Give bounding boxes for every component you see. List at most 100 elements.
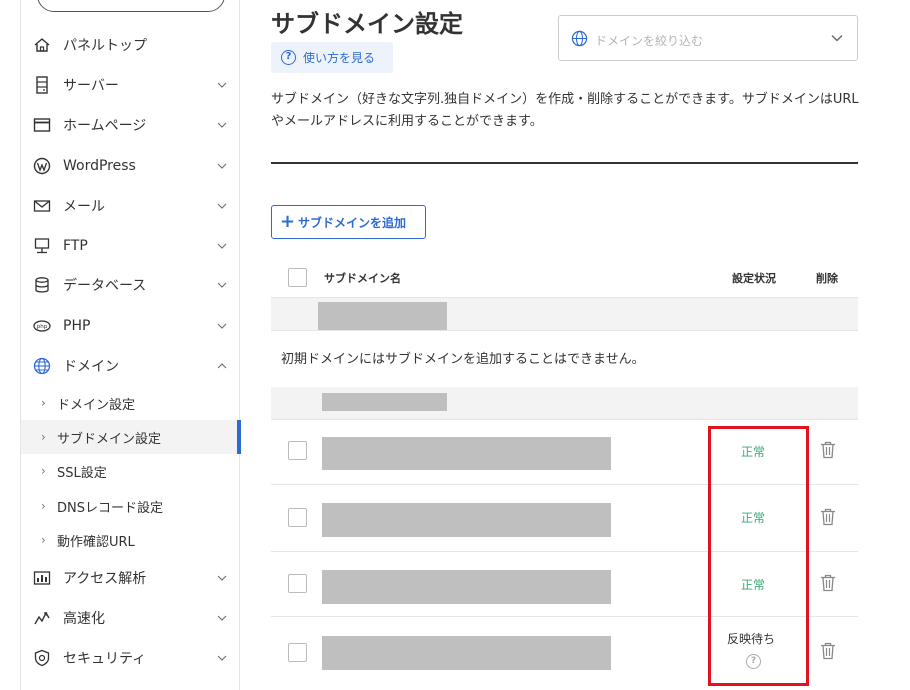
sidebar-item-database[interactable]: データベース (21, 265, 240, 305)
how-to-label: 使い方を見る (303, 51, 376, 65)
sidebar-item-security[interactable]: セキュリティ (21, 638, 240, 678)
sidebar-item-mail[interactable]: メール (21, 186, 240, 226)
sidebar-subitem-label: DNSレコード設定 (57, 500, 163, 516)
chevron-down-icon (217, 82, 227, 88)
sidebar-item-label: PHP (63, 318, 91, 334)
sidebar-item-homepage[interactable]: ホームページ (21, 105, 240, 145)
mail-icon (33, 200, 51, 212)
how-to-button[interactable]: ? 使い方を見る (271, 42, 393, 73)
caret-right-icon: › (41, 430, 46, 444)
sidebar-item-server[interactable]: サーバー (21, 65, 240, 105)
chevron-up-icon (217, 363, 227, 369)
sidebar-subitem-domain-settings[interactable]: › ドメイン設定 (21, 386, 240, 420)
ftp-icon (34, 238, 50, 254)
row-checkbox[interactable] (288, 508, 307, 527)
add-subdomain-button[interactable]: + サブドメインを追加 (271, 205, 426, 239)
sidebar-top-button[interactable] (37, 0, 225, 12)
redacted-subdomain (322, 570, 611, 604)
sidebar-item-php[interactable]: php PHP (21, 306, 240, 346)
redacted-subdomain (322, 503, 611, 537)
sidebar-item-ftp[interactable]: FTP (21, 226, 240, 266)
caret-right-icon: › (41, 499, 46, 513)
caret-right-icon: › (41, 464, 46, 478)
redacted-subdomain (322, 636, 611, 670)
sidebar-item-label: セキュリティ (63, 651, 147, 667)
column-header-delete: 削除 (816, 272, 838, 285)
redacted-subdomain (322, 437, 611, 470)
chevron-down-icon (831, 35, 843, 42)
wordpress-icon (33, 157, 51, 175)
svg-text:php: php (37, 324, 48, 330)
sidebar-item-label: パネルトップ (63, 38, 147, 54)
sidebar-item-domain[interactable]: ドメイン (21, 346, 240, 386)
chevron-down-icon (217, 203, 227, 209)
php-icon: php (33, 320, 51, 332)
chart-icon (33, 571, 51, 585)
trash-icon[interactable] (820, 574, 836, 592)
select-all-checkbox[interactable] (288, 268, 307, 287)
sidebar-subitem-label: ドメイン設定 (57, 397, 136, 413)
sidebar-item-label: ホームページ (63, 118, 147, 134)
chevron-down-icon (217, 575, 227, 581)
sidebar-item-label: 高速化 (63, 611, 105, 627)
chevron-down-icon (217, 282, 227, 288)
row-divider (271, 419, 858, 420)
sidebar-subitem-dns[interactable]: › DNSレコード設定 (21, 489, 240, 523)
sidebar-item-label: ドメイン (63, 359, 119, 375)
sidebar-item-label: データベース (63, 278, 147, 294)
domain-group-header (271, 298, 858, 330)
column-header-status: 設定状況 (732, 272, 776, 285)
speed-icon (34, 611, 50, 625)
page-description: サブドメイン（好きな文字列.独自ドメイン）を作成・削除することができます。サブド… (271, 92, 859, 129)
row-checkbox[interactable] (288, 643, 307, 662)
help-icon: ? (281, 50, 296, 65)
chevron-down-icon (217, 163, 227, 169)
sidebar: パネルトップ サーバー ホームページ WordPress メール FTP データ… (20, 0, 241, 690)
shield-icon (34, 649, 50, 667)
plus-icon: + (280, 211, 296, 232)
sidebar-item-label: メール (63, 199, 105, 215)
sidebar-item-label: サーバー (63, 78, 119, 94)
domain-group-header (271, 387, 858, 419)
globe-icon (571, 30, 588, 47)
sidebar-item-speedup[interactable]: 高速化 (21, 598, 240, 638)
sidebar-subitem-label: サブドメイン設定 (57, 431, 162, 447)
initial-domain-note: 初期ドメインにはサブドメインを追加することはできません。 (281, 352, 645, 367)
trash-icon[interactable] (820, 441, 836, 459)
database-icon (35, 277, 49, 293)
trash-icon[interactable] (820, 508, 836, 526)
domain-filter-select[interactable]: ドメインを絞り込む (558, 15, 858, 61)
row-divider (271, 330, 858, 331)
row-checkbox[interactable] (288, 441, 307, 460)
redacted-domain (322, 393, 447, 411)
sidebar-item-panel-top[interactable]: パネルトップ (21, 25, 240, 65)
sidebar-subitem-label: 動作確認URL (57, 534, 135, 550)
chevron-down-icon (217, 615, 227, 621)
add-subdomain-label: サブドメインを追加 (298, 215, 407, 230)
status-highlight-box (708, 426, 809, 686)
chevron-down-icon (217, 122, 227, 128)
redacted-domain (318, 302, 447, 330)
sidebar-subitem-test-url[interactable]: › 動作確認URL (21, 523, 240, 557)
sidebar-item-label: WordPress (63, 158, 136, 174)
caret-right-icon: › (41, 533, 46, 547)
sidebar-subitem-ssl[interactable]: › SSL設定 (21, 454, 240, 488)
page-title: サブドメイン設定 (271, 10, 463, 38)
sidebar-subitem-subdomain-settings[interactable]: › サブドメイン設定 (21, 420, 241, 454)
sidebar-item-label: アクセス解析 (63, 571, 147, 587)
domain-filter-placeholder: ドメインを絞り込む (595, 34, 704, 48)
server-icon (36, 76, 48, 94)
chevron-down-icon (217, 243, 227, 249)
row-checkbox[interactable] (288, 574, 307, 593)
globe-icon (33, 357, 51, 375)
sidebar-item-label: FTP (63, 238, 88, 254)
chevron-down-icon (217, 323, 227, 329)
chevron-down-icon (217, 655, 227, 661)
home-icon (34, 38, 50, 52)
sidebar-subitem-label: SSL設定 (57, 465, 107, 481)
sidebar-item-access-analysis[interactable]: アクセス解析 (21, 558, 240, 598)
sidebar-item-wordpress[interactable]: WordPress (21, 146, 240, 186)
column-header-subdomain-name: サブドメイン名 (324, 272, 401, 285)
trash-icon[interactable] (820, 642, 836, 660)
window-icon (33, 118, 51, 132)
